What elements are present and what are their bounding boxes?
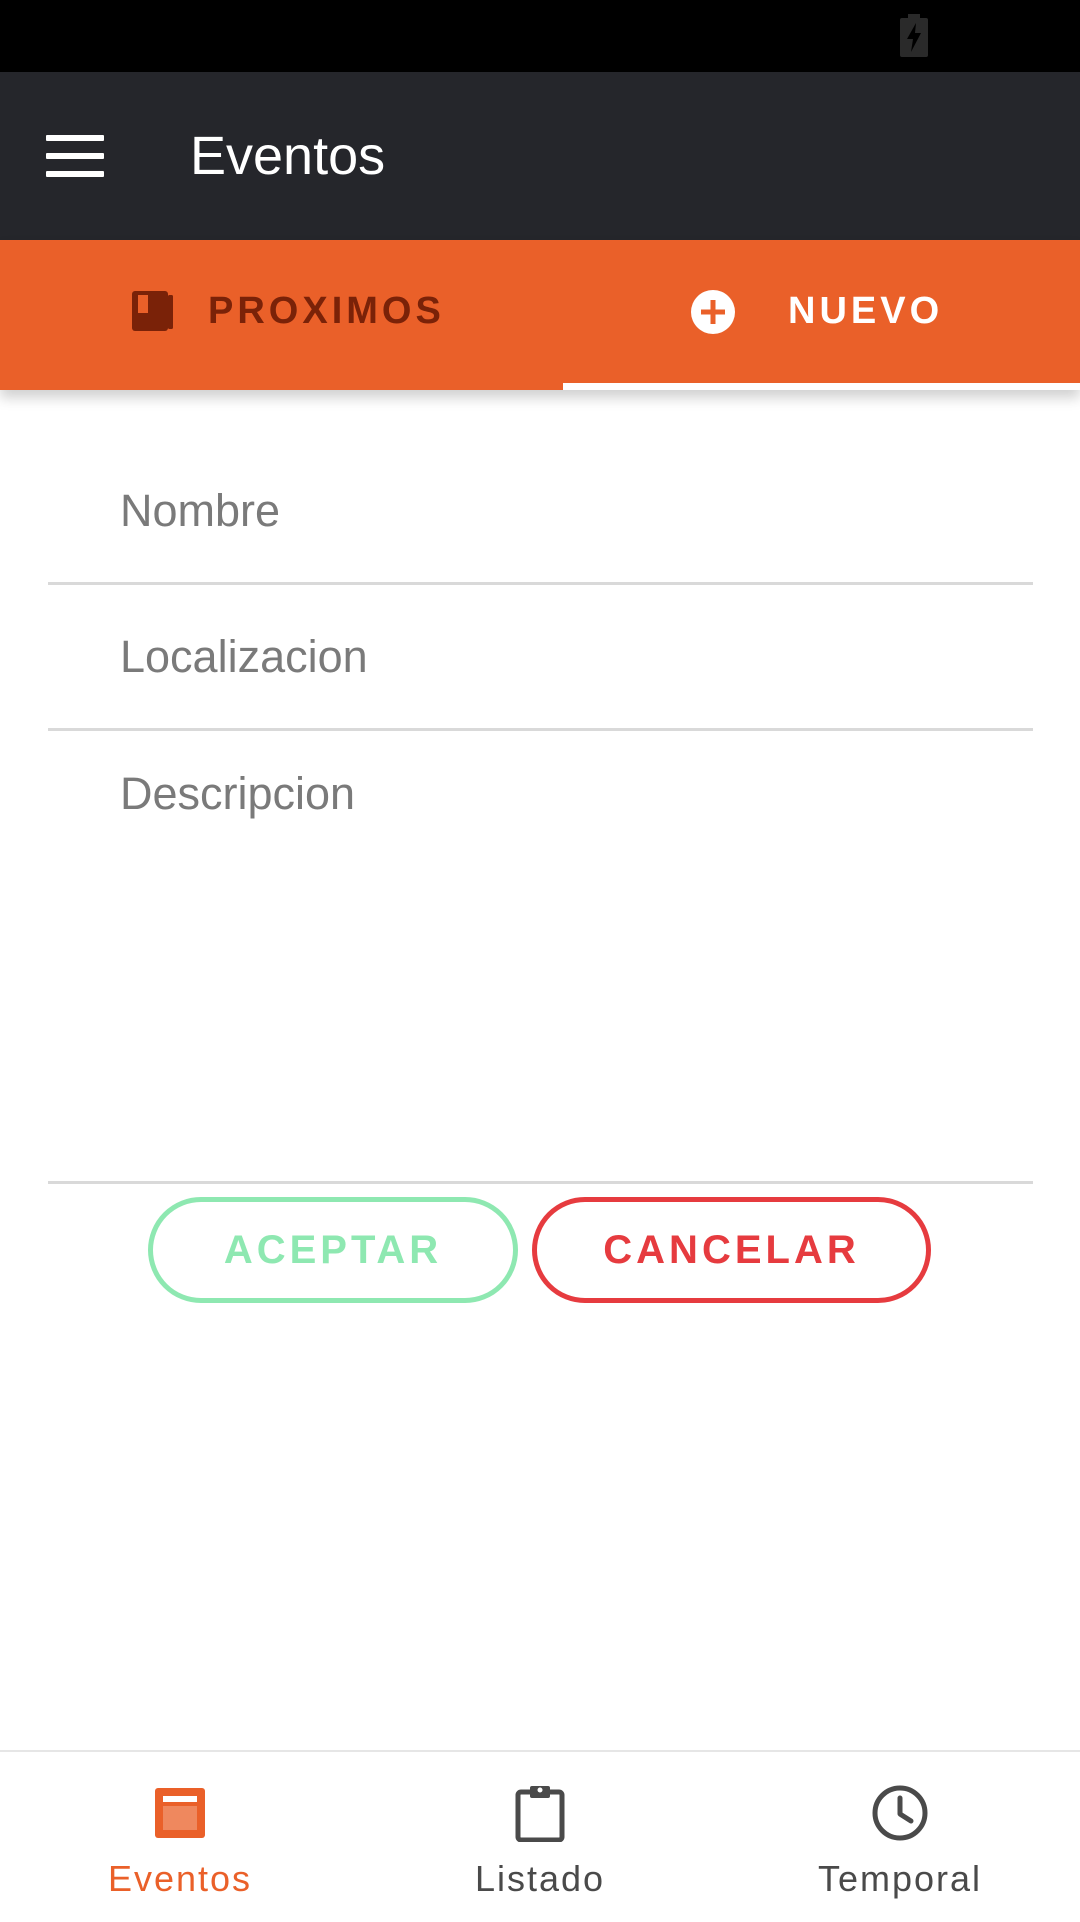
menu-icon[interactable] bbox=[46, 135, 104, 177]
page-title: Eventos bbox=[190, 126, 386, 186]
plus-circle-icon bbox=[691, 290, 735, 334]
accept-button[interactable]: ACEPTAR bbox=[148, 1197, 518, 1303]
book-icon bbox=[132, 291, 173, 331]
tab-proximos[interactable]: PROXIMOS bbox=[0, 240, 540, 390]
nav-label-listado: Listado bbox=[474, 1858, 606, 1899]
nav-label-eventos: Eventos bbox=[107, 1858, 253, 1899]
battery-charging-icon bbox=[900, 14, 928, 57]
localizacion-field[interactable] bbox=[48, 585, 1033, 731]
tab-nuevo[interactable]: NUEVO bbox=[540, 240, 1080, 390]
descripcion-field[interactable] bbox=[48, 731, 1033, 1184]
calendar-page-icon bbox=[155, 1788, 205, 1838]
nav-item-listado[interactable]: Listado bbox=[360, 1752, 720, 1922]
app-bar bbox=[0, 72, 1080, 240]
nombre-field[interactable] bbox=[48, 440, 1033, 585]
cancel-button[interactable]: CANCELAR bbox=[532, 1197, 931, 1303]
tab-bar: PROXIMOS NUEVO bbox=[0, 240, 1080, 390]
nav-label-temporal: Temporal bbox=[817, 1858, 983, 1899]
bottom-navigation: Eventos Listado Temporal bbox=[0, 1750, 1080, 1922]
clock-icon bbox=[872, 1785, 928, 1841]
tab-indicator bbox=[563, 383, 1080, 390]
tab-nuevo-label: NUEVO bbox=[788, 290, 944, 332]
clipboard-icon bbox=[515, 1786, 565, 1842]
tab-proximos-label: PROXIMOS bbox=[208, 290, 445, 332]
status-bar bbox=[0, 0, 1080, 72]
nav-item-eventos[interactable]: Eventos bbox=[0, 1752, 360, 1922]
nav-item-temporal[interactable]: Temporal bbox=[720, 1752, 1080, 1922]
